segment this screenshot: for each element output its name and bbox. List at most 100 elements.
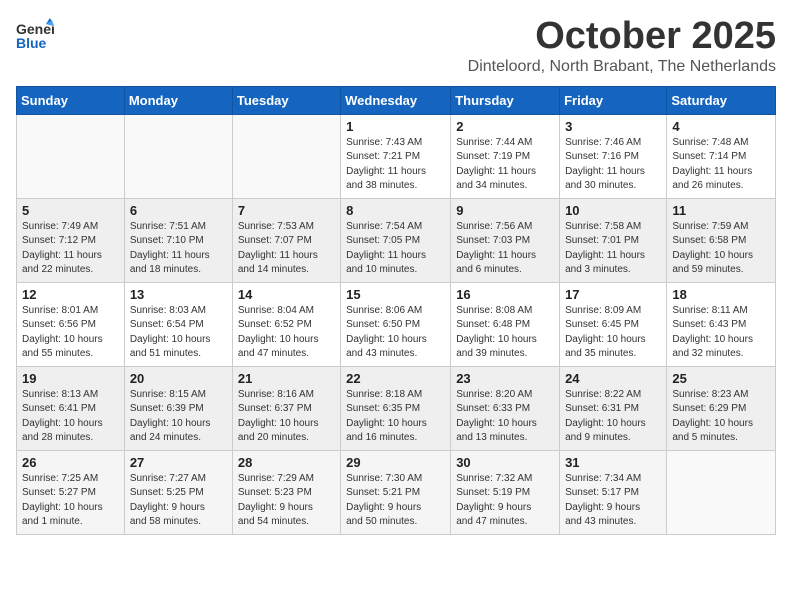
calendar-day-4: 4 Sunrise: 7:48 AM Sunset: 7:14 PM Daylig… (667, 114, 776, 198)
page-header: General Blue October 2025 Dinteloord, No… (16, 16, 776, 76)
day-info: Sunrise: 7:32 AM Sunset: 5:19 PM Dayligh… (456, 472, 554, 530)
day-info: Sunrise: 7:25 AM Sunset: 5:27 PM Dayligh… (22, 472, 119, 530)
calendar-day-17: 17Sunrise: 8:09 AM Sunset: 6:45 PM Dayli… (560, 282, 667, 366)
day-number: 20 (130, 371, 227, 386)
day-info: Sunrise: 8:20 AM Sunset: 6:33 PM Dayligh… (456, 388, 554, 446)
day-number: 25 (672, 371, 770, 386)
day-number: 19 (22, 371, 119, 386)
day-info: Sunrise: 8:08 AM Sunset: 6:48 PM Dayligh… (456, 304, 554, 362)
day-number: 5 (22, 203, 119, 218)
calendar-week-row: 12Sunrise: 8:01 AM Sunset: 6:56 PM Dayli… (17, 282, 776, 366)
day-number: 8 (346, 203, 445, 218)
calendar-day-15: 15 Sunrise: 8:06 AM Sunset: 6:50 PM Dayli… (341, 282, 451, 366)
day-info: Sunrise: 7:43 AM Sunset: 7:21 PM Dayligh… (346, 136, 445, 194)
calendar-day-26: 26 Sunrise: 7:25 AM Sunset: 5:27 PM Dayli… (17, 450, 125, 534)
calendar-day-29: 29Sunrise: 7:30 AM Sunset: 5:21 PM Dayli… (341, 450, 451, 534)
day-info: Sunrise: 7:48 AM Sunset: 7:14 PM Dayligh… (672, 136, 770, 194)
weekday-header-sunday: Sunday (17, 86, 125, 114)
day-number: 24 (565, 371, 661, 386)
day-info: Sunrise: 8:03 AM Sunset: 6:54 PM Dayligh… (130, 304, 227, 362)
logo: General Blue (16, 16, 54, 54)
day-number: 23 (456, 371, 554, 386)
day-number: 27 (130, 455, 227, 470)
day-info: Sunrise: 8:16 AM Sunset: 6:37 PM Dayligh… (238, 388, 335, 446)
calendar-week-row: 1 Sunrise: 7:43 AM Sunset: 7:21 PM Daylig… (17, 114, 776, 198)
title-section: October 2025 Dinteloord, North Brabant, … (468, 16, 776, 76)
day-info: Sunrise: 7:27 AM Sunset: 5:25 PM Dayligh… (130, 472, 227, 530)
day-number: 13 (130, 287, 227, 302)
day-number: 15 (346, 287, 445, 302)
day-info: Sunrise: 8:18 AM Sunset: 6:35 PM Dayligh… (346, 388, 445, 446)
day-info: Sunrise: 8:23 AM Sunset: 6:29 PM Dayligh… (672, 388, 770, 446)
day-number: 6 (130, 203, 227, 218)
calendar-day-empty (124, 114, 232, 198)
day-number: 3 (565, 119, 661, 134)
day-number: 17 (565, 287, 661, 302)
day-info: Sunrise: 8:22 AM Sunset: 6:31 PM Dayligh… (565, 388, 661, 446)
calendar-day-28: 28 Sunrise: 7:29 AM Sunset: 5:23 PM Dayli… (232, 450, 340, 534)
day-info: Sunrise: 8:13 AM Sunset: 6:41 PM Dayligh… (22, 388, 119, 446)
calendar-day-18: 18Sunrise: 8:11 AM Sunset: 6:43 PM Dayli… (667, 282, 776, 366)
day-number: 14 (238, 287, 335, 302)
day-number: 21 (238, 371, 335, 386)
day-number: 7 (238, 203, 335, 218)
day-info: Sunrise: 7:51 AM Sunset: 7:10 PM Dayligh… (130, 220, 227, 278)
day-info: Sunrise: 7:56 AM Sunset: 7:03 PM Dayligh… (456, 220, 554, 278)
calendar-day-empty (232, 114, 340, 198)
calendar-day-20: 20 Sunrise: 8:15 AM Sunset: 6:39 PM Dayli… (124, 366, 232, 450)
day-number: 9 (456, 203, 554, 218)
calendar-day-3: 3 Sunrise: 7:46 AM Sunset: 7:16 PM Daylig… (560, 114, 667, 198)
day-info: Sunrise: 8:11 AM Sunset: 6:43 PM Dayligh… (672, 304, 770, 362)
day-number: 10 (565, 203, 661, 218)
day-info: Sunrise: 8:04 AM Sunset: 6:52 PM Dayligh… (238, 304, 335, 362)
day-number: 31 (565, 455, 661, 470)
calendar-day-22: 22 Sunrise: 8:18 AM Sunset: 6:35 PM Dayli… (341, 366, 451, 450)
day-number: 22 (346, 371, 445, 386)
day-info: Sunrise: 7:59 AM Sunset: 6:58 PM Dayligh… (672, 220, 770, 278)
day-number: 16 (456, 287, 554, 302)
logo-bird-icon: General Blue (16, 16, 54, 54)
day-number: 28 (238, 455, 335, 470)
calendar-day-13: 13 Sunrise: 8:03 AM Sunset: 6:54 PM Dayli… (124, 282, 232, 366)
day-info: Sunrise: 7:29 AM Sunset: 5:23 PM Dayligh… (238, 472, 335, 530)
calendar-day-5: 5 Sunrise: 7:49 AM Sunset: 7:12 PM Daylig… (17, 198, 125, 282)
location-title: Dinteloord, North Brabant, The Netherlan… (468, 58, 776, 76)
weekday-header-saturday: Saturday (667, 86, 776, 114)
weekday-header-wednesday: Wednesday (341, 86, 451, 114)
day-info: Sunrise: 7:46 AM Sunset: 7:16 PM Dayligh… (565, 136, 661, 194)
calendar-day-27: 27 Sunrise: 7:27 AM Sunset: 5:25 PM Dayli… (124, 450, 232, 534)
day-info: Sunrise: 7:54 AM Sunset: 7:05 PM Dayligh… (346, 220, 445, 278)
day-number: 1 (346, 119, 445, 134)
day-info: Sunrise: 7:44 AM Sunset: 7:19 PM Dayligh… (456, 136, 554, 194)
calendar-day-10: 10 Sunrise: 7:58 AM Sunset: 7:01 PM Dayli… (560, 198, 667, 282)
calendar-day-11: 11Sunrise: 7:59 AM Sunset: 6:58 PM Dayli… (667, 198, 776, 282)
calendar-week-row: 26 Sunrise: 7:25 AM Sunset: 5:27 PM Dayli… (17, 450, 776, 534)
day-info: Sunrise: 8:01 AM Sunset: 6:56 PM Dayligh… (22, 304, 119, 362)
calendar-day-25: 25 Sunrise: 8:23 AM Sunset: 6:29 PM Dayli… (667, 366, 776, 450)
calendar-day-23: 23 Sunrise: 8:20 AM Sunset: 6:33 PM Dayli… (451, 366, 560, 450)
svg-text:Blue: Blue (16, 35, 47, 51)
calendar-day-14: 14 Sunrise: 8:04 AM Sunset: 6:52 PM Dayli… (232, 282, 340, 366)
day-info: Sunrise: 7:34 AM Sunset: 5:17 PM Dayligh… (565, 472, 661, 530)
calendar-week-row: 5 Sunrise: 7:49 AM Sunset: 7:12 PM Daylig… (17, 198, 776, 282)
calendar-day-1: 1 Sunrise: 7:43 AM Sunset: 7:21 PM Daylig… (341, 114, 451, 198)
day-number: 26 (22, 455, 119, 470)
month-title: October 2025 (468, 16, 776, 58)
day-number: 4 (672, 119, 770, 134)
calendar-week-row: 19 Sunrise: 8:13 AM Sunset: 6:41 PM Dayli… (17, 366, 776, 450)
day-number: 2 (456, 119, 554, 134)
calendar-day-empty (667, 450, 776, 534)
weekday-header-monday: Monday (124, 86, 232, 114)
day-info: Sunrise: 8:06 AM Sunset: 6:50 PM Dayligh… (346, 304, 445, 362)
calendar-day-21: 21 Sunrise: 8:16 AM Sunset: 6:37 PM Dayli… (232, 366, 340, 450)
day-info: Sunrise: 7:49 AM Sunset: 7:12 PM Dayligh… (22, 220, 119, 278)
day-info: Sunrise: 8:15 AM Sunset: 6:39 PM Dayligh… (130, 388, 227, 446)
day-number: 30 (456, 455, 554, 470)
weekday-header-thursday: Thursday (451, 86, 560, 114)
day-info: Sunrise: 7:30 AM Sunset: 5:21 PM Dayligh… (346, 472, 445, 530)
calendar-day-6: 6 Sunrise: 7:51 AM Sunset: 7:10 PM Daylig… (124, 198, 232, 282)
calendar-day-empty (17, 114, 125, 198)
calendar-day-2: 2 Sunrise: 7:44 AM Sunset: 7:19 PM Daylig… (451, 114, 560, 198)
day-info: Sunrise: 7:58 AM Sunset: 7:01 PM Dayligh… (565, 220, 661, 278)
calendar-day-9: 9 Sunrise: 7:56 AM Sunset: 7:03 PM Daylig… (451, 198, 560, 282)
